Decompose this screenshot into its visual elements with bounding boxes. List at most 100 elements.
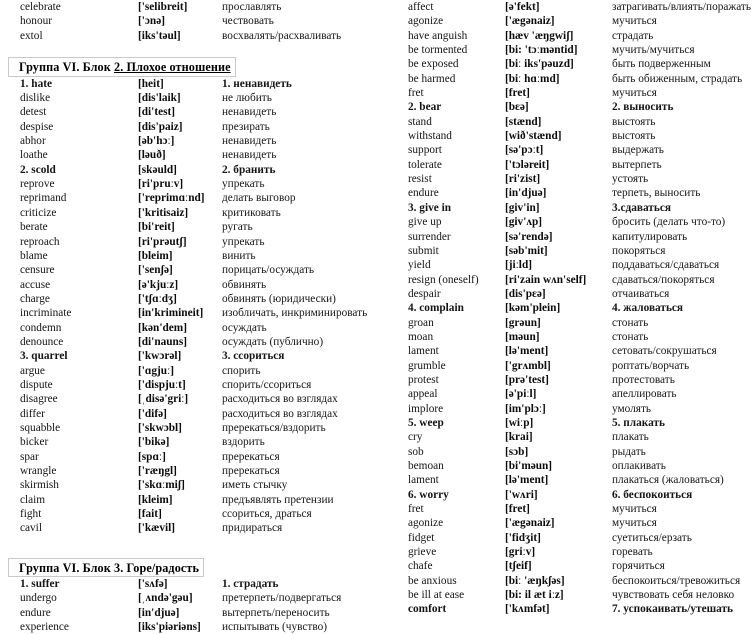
spacer-cell: [0, 43, 390, 57]
vocab-row: fret [fret] мучиться: [390, 502, 756, 516]
vocab-row: submit [səb'mit] покоряться: [390, 244, 756, 258]
vocab-translation: страдать: [612, 29, 654, 42]
vocab-transcription: [prə'test]: [505, 373, 549, 386]
vocab-word: charge: [20, 292, 50, 305]
vocab-row: groan [grəun] стонать: [390, 316, 756, 330]
left-block3-table: 1. suffer ['sʌfə] 1. страдать undergo [ˌʌndə…: [0, 577, 390, 634]
vocab-translation: испытывать (чувство): [222, 621, 328, 634]
vocab-translation: 5. плакать: [612, 416, 666, 429]
vocab-transcription: [əb'hɔː]: [138, 135, 175, 148]
vocab-translation: терпеть, выносить: [612, 187, 701, 200]
vocab-row: differ ['difə] расходиться во взглядах: [0, 407, 390, 421]
section-heading-box-1: Группа VI. Блок 2. Плохое отношение: [8, 57, 236, 77]
vocab-transcription: [fret]: [505, 87, 530, 100]
heading-cell: Группа VI. Блок 3. Горе/радость: [0, 557, 390, 578]
vocab-translation: расходиться во взглядах: [222, 393, 338, 406]
vocab-transcription: [im'plɔː]: [505, 402, 546, 415]
section-heading-2: Группа VI. Блок 3. Горе/радость: [19, 560, 200, 575]
vocab-translation: плакать: [612, 431, 649, 444]
vocab-translation: сетовать/сокрушаться: [612, 345, 717, 358]
vocab-word: 5. weep: [408, 416, 444, 429]
vocab-transcription: [grəun]: [505, 316, 541, 329]
vocab-word: despair: [408, 287, 441, 300]
vocab-transcription: ['kʌmfət]: [505, 603, 550, 616]
vocab-translation: изобличать, инкриминировать: [222, 307, 368, 320]
vocab-transcription: [bi: il æt iːz]: [505, 589, 564, 602]
vocab-transcription: ['fidʒit]: [505, 531, 541, 544]
vocab-row: affect [ə'fekt] затрагивать/влиять/поражат…: [390, 0, 756, 14]
vocab-transcription: [kleim]: [138, 493, 173, 506]
vocab-translation: чувствовать себя неловко: [612, 589, 735, 602]
vocab-row: comfort ['kʌmfət] 7. успокаивать/утешать: [390, 602, 756, 616]
vocab-word: be ill at ease: [408, 589, 465, 602]
vocab-transcription: [in'krimineit]: [138, 307, 204, 320]
vocab-word: disagree: [20, 393, 58, 406]
vocab-translation: стонать: [612, 316, 649, 329]
vocab-translation: пререкаться/вздорить: [222, 421, 326, 434]
right-entries-table: affect [ə'fekt] затрагивать/влиять/поражат…: [390, 0, 756, 617]
vocab-row: despair [dis'pɛə] отчаиваться: [390, 287, 756, 301]
vocab-word: chafe: [408, 560, 433, 573]
section-heading-1-underlined: 2. Плохое отношение: [114, 60, 231, 75]
vocab-word: reproach: [20, 235, 60, 248]
vocab-transcription: [ri'pruːv]: [138, 178, 184, 191]
document-page: celebrate ['selibreit] прославлять honour ['…: [0, 0, 756, 633]
vocab-transcription: [in'djuə]: [505, 187, 547, 200]
vocab-transcription: [biː iks'pəuzd]: [505, 58, 574, 71]
vocab-row: bemoan [bi'məun] оплакивать: [390, 459, 756, 473]
vocab-translation: рыдать: [612, 445, 646, 458]
vocab-transcription: ['kævil]: [138, 522, 176, 535]
vocab-transcription: [ləuð]: [138, 149, 166, 162]
vocab-row: denounce [di'nauns] осуждать (публично): [0, 335, 390, 349]
vocab-translation: устоять: [612, 173, 649, 186]
vocab-translation: ненавидеть: [222, 106, 277, 119]
vocab-translation: придираться: [222, 522, 283, 535]
vocab-translation: мучиться: [612, 87, 657, 100]
vocab-translation: порицать/осуждать: [222, 264, 315, 277]
vocab-translation: 1. ненавидеть: [222, 77, 292, 90]
vocab-word: fight: [20, 508, 42, 521]
vocab-word: spar: [20, 450, 39, 463]
vocab-transcription: [dis'paiz]: [138, 120, 183, 133]
vocab-translation: суетиться/ерзать: [612, 531, 692, 544]
vocab-transcription: [di'nauns]: [138, 335, 187, 348]
vocab-translation: протестовать: [612, 373, 675, 386]
vocab-transcription: [fait]: [138, 508, 162, 521]
left-top-entries-body: celebrate ['selibreit] прославлять honour ['…: [0, 0, 390, 43]
vocab-row: wrangle ['ræŋgl] пререкаться: [0, 464, 390, 478]
vocab-translation: затрагивать/влиять/поражать: [612, 1, 751, 13]
vocab-row: honour ['ɔnə] чествовать: [0, 14, 390, 28]
vocab-transcription: [sə'rendə]: [505, 230, 553, 243]
vocab-transcription: ['ægənaiz]: [505, 517, 555, 530]
vocab-transcription: ['kwɔrəl]: [138, 350, 182, 363]
vocab-translation: апеллировать: [612, 388, 677, 401]
vocab-row: despise [dis'paiz] презирать: [0, 120, 390, 134]
vocab-word: implore: [408, 402, 444, 415]
vocab-word: bicker: [20, 436, 49, 449]
vocab-translation: вытерпеть: [612, 158, 662, 171]
vocab-translation: 3. ссориться: [222, 350, 285, 363]
vocab-transcription: ['skɑːmiʃ]: [138, 479, 185, 492]
vocab-transcription: [ə'piːl]: [505, 388, 537, 401]
right-entries-body: affect [ə'fekt] затрагивать/влиять/поражат…: [390, 0, 756, 617]
vocab-transcription: ['bikə]: [138, 436, 170, 449]
vocab-row: abhor [əb'hɔː] ненавидеть: [0, 134, 390, 148]
vocab-translation: ненавидеть: [222, 149, 277, 162]
vocab-translation: быть подверженным: [612, 58, 711, 71]
vocab-transcription: [bi'reit]: [138, 221, 175, 234]
vocab-translation: делать выговор: [222, 192, 296, 205]
vocab-row: implore [im'plɔː] умолять: [390, 402, 756, 416]
vocab-translation: вытерпеть/переносить: [222, 606, 330, 619]
vocab-row: moan [məun] стонать: [390, 330, 756, 344]
vocab-translation: мучиться: [612, 15, 657, 28]
vocab-word: moan: [408, 330, 434, 343]
vocab-translation: обвинять (юридически): [222, 292, 336, 305]
vocab-word: detest: [20, 106, 47, 119]
vocab-translation: оплакивать: [612, 460, 666, 472]
heading-row: Группа VI. Блок 2. Плохое отношение: [0, 57, 390, 77]
vocab-row: accuse [ə'kjuːz] обвинять: [0, 278, 390, 292]
vocab-word: wrangle: [20, 465, 57, 477]
vocab-transcription: [dis'pɛə]: [505, 287, 546, 300]
vocab-transcription: ['ægənaiz]: [505, 15, 555, 28]
vocab-translation: иметь стычку: [222, 479, 288, 492]
